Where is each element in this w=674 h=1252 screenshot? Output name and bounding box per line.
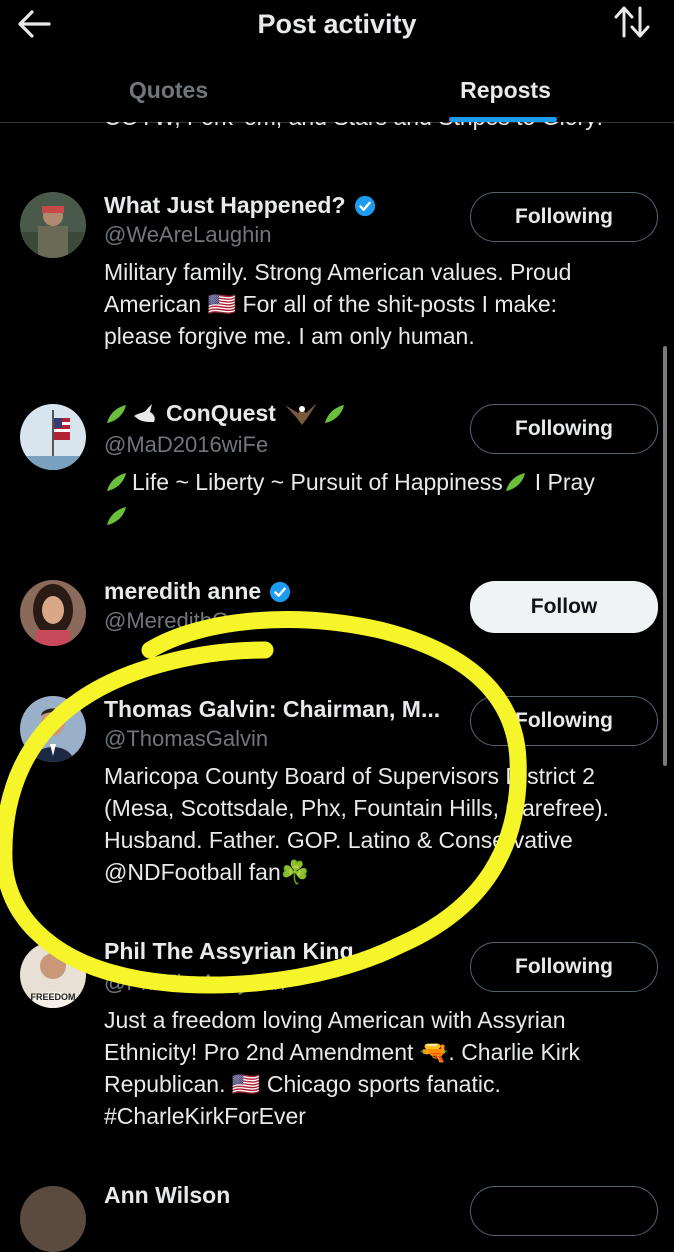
following-button[interactable]: Following bbox=[470, 942, 658, 992]
user-handle: @MeredithGrum bbox=[104, 608, 267, 633]
bio-line: Husband. Father. GOP. Latino & Conservat… bbox=[104, 827, 573, 853]
user-handle: @WeAreLaughin bbox=[104, 222, 272, 247]
eagle-icon bbox=[284, 402, 317, 425]
back-button[interactable] bbox=[14, 6, 54, 42]
avatar[interactable] bbox=[20, 696, 86, 762]
tab-bar: Quotes Reposts bbox=[0, 58, 674, 123]
leaf-icon bbox=[505, 473, 525, 491]
user-row[interactable]: Thomas Galvin: Chairman, M... @ThomasGal… bbox=[0, 694, 674, 894]
bio-line: please forgive me. I am only human. bbox=[104, 323, 475, 349]
avatar[interactable] bbox=[20, 192, 86, 258]
arrow-left-icon bbox=[18, 10, 51, 38]
leaf-icon bbox=[107, 404, 126, 423]
avatar[interactable] bbox=[20, 404, 86, 470]
following-button[interactable]: Following bbox=[470, 696, 658, 746]
bio-line: Maricopa County Board of Supervisors Dis… bbox=[104, 763, 595, 789]
user-row[interactable]: Ann Wilson bbox=[0, 1180, 674, 1252]
avatar[interactable]: FREEDOM bbox=[20, 942, 86, 1008]
bio-line: Military family. Strong American values.… bbox=[104, 259, 572, 285]
leaf-icon bbox=[107, 473, 126, 491]
user-row[interactable]: What Just Happened? @WeAreLaughin Milita… bbox=[0, 190, 674, 370]
bio-line: @NDFootball fan☘️ bbox=[104, 859, 310, 885]
following-button[interactable]: Following bbox=[470, 192, 658, 242]
user-row[interactable]: FREEDOM Phil The Assyrian King @PhilTheA… bbox=[0, 938, 674, 1138]
verified-badge-icon bbox=[354, 195, 375, 216]
user-bio: Maricopa County Board of Supervisors Dis… bbox=[104, 760, 659, 888]
follow-button[interactable]: Follow bbox=[470, 581, 658, 633]
user-name: Ann Wilson bbox=[104, 1182, 231, 1208]
following-button[interactable]: Following bbox=[470, 404, 658, 454]
active-tab-indicator bbox=[449, 117, 557, 122]
user-name: Phil The Assyrian King bbox=[104, 938, 354, 964]
avatar[interactable] bbox=[20, 580, 86, 646]
user-bio: Military family. Strong American values.… bbox=[104, 256, 659, 352]
scrollbar[interactable] bbox=[663, 346, 667, 766]
user-name: Thomas Galvin: Chairman, M... bbox=[104, 696, 441, 722]
tab-reposts[interactable]: Reposts bbox=[337, 58, 674, 122]
sort-arrows-icon bbox=[614, 6, 650, 38]
bio-line: Ethnicity! Pro 2nd Amendment 🔫. Charlie … bbox=[104, 1039, 581, 1065]
tab-quotes[interactable]: Quotes bbox=[0, 58, 337, 122]
dove-icon bbox=[134, 403, 155, 422]
top-bar: Post activity bbox=[0, 0, 674, 48]
bio-line: American 🇺🇸 For all of the shit-posts I … bbox=[104, 291, 558, 317]
user-handle: @ThomasGalvin bbox=[104, 726, 269, 751]
bio-line: I Pray bbox=[534, 469, 595, 495]
verified-badge-icon bbox=[270, 581, 291, 602]
bio-line: Republican. 🇺🇸 Chicago sports fanatic. bbox=[104, 1071, 501, 1097]
avatar-label: FREEDOM bbox=[31, 992, 76, 1002]
following-button[interactable] bbox=[470, 1186, 658, 1236]
bio-line: Life ~ Liberty ~ Pursuit of Happiness bbox=[132, 469, 503, 495]
user-handle: @MaD2016wiFe bbox=[104, 432, 269, 457]
user-row[interactable]: meredith anne @MeredithGrum Follow bbox=[0, 578, 674, 658]
page-title: Post activity bbox=[257, 8, 417, 39]
bio-line: (Mesa, Scottsdale, Phx, Fountain Hills, … bbox=[104, 795, 609, 821]
bio-line: #CharleKirkForEver bbox=[104, 1103, 306, 1129]
leaf-icon bbox=[107, 506, 126, 525]
user-row[interactable]: ConQuest @MaD2016wiFe Life ~ Liberty ~ P… bbox=[0, 400, 674, 540]
bio-line: Just a freedom loving American with Assy… bbox=[104, 1007, 566, 1033]
user-handle: @PhilTheAssyrian bbox=[104, 970, 286, 995]
avatar[interactable] bbox=[20, 1186, 86, 1252]
user-name: ConQuest bbox=[166, 400, 276, 426]
user-bio: Life ~ Liberty ~ Pursuit of Happiness I … bbox=[104, 466, 659, 530]
sort-button[interactable] bbox=[612, 4, 652, 40]
user-name: meredith anne bbox=[104, 578, 262, 604]
user-bio: Just a freedom loving American with Assy… bbox=[104, 1004, 659, 1132]
user-name: What Just Happened? bbox=[104, 192, 346, 218]
leaf-icon bbox=[324, 404, 344, 423]
